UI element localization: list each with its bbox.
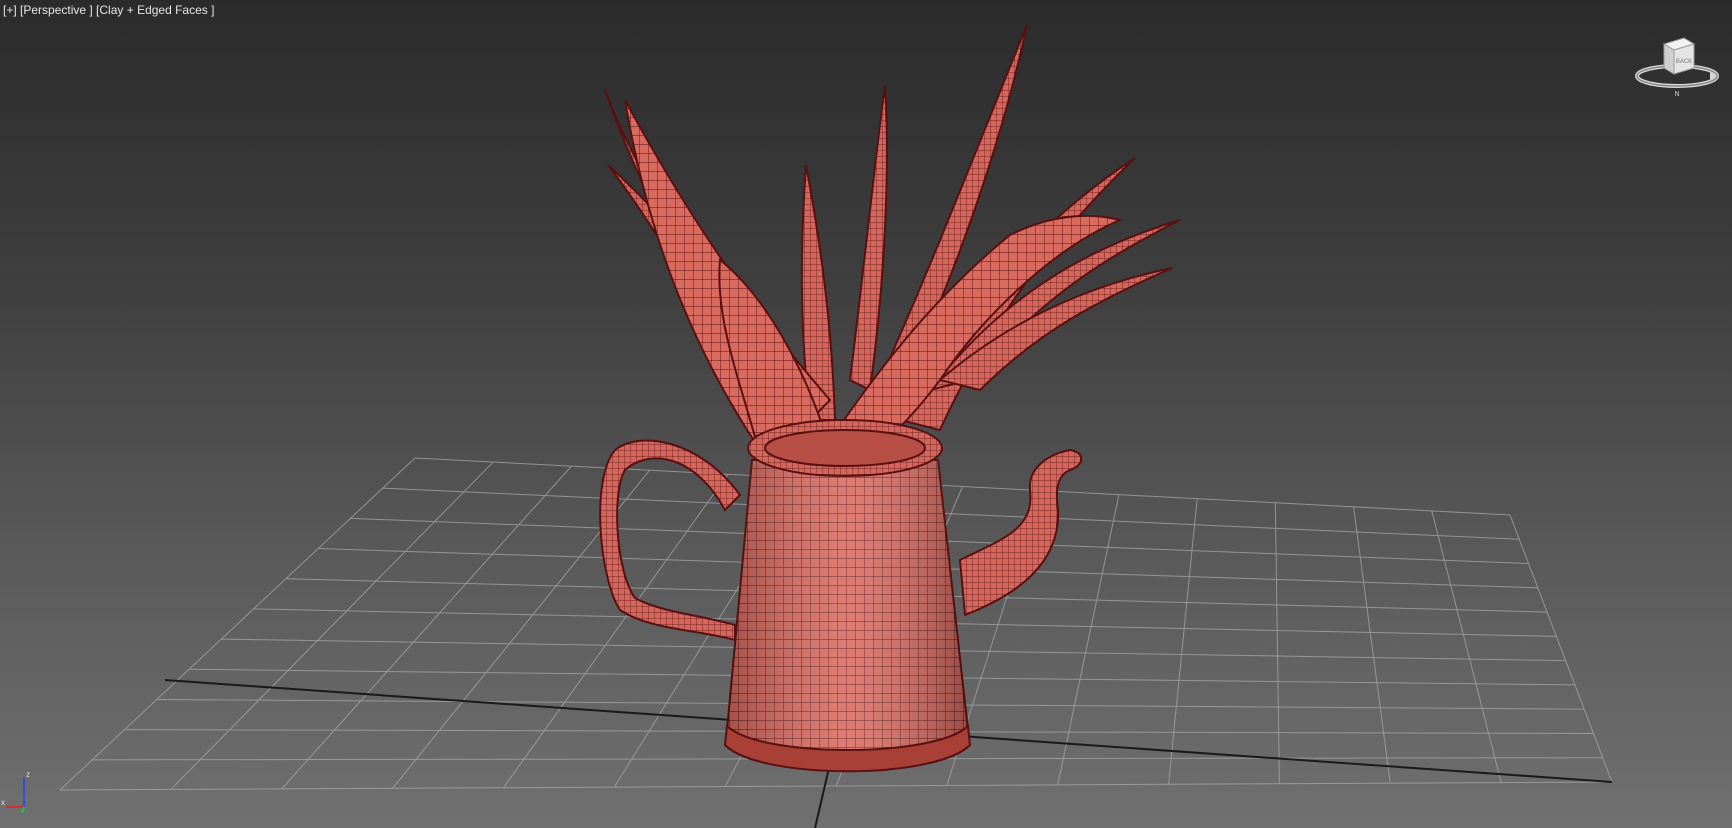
can-spout[interactable] [958, 448, 1083, 617]
scene-canvas[interactable] [0, 0, 1732, 828]
viewport-menu-plus[interactable]: [+] [3, 3, 17, 17]
grid-line [1431, 510, 1502, 783]
grid-line [1274, 502, 1280, 784]
leaf-tall-center[interactable] [848, 84, 888, 392]
viewport-label: [+] [Perspective ] [Clay + Edged Faces ] [3, 3, 214, 17]
grid-line [59, 457, 416, 791]
watering-can-model[interactable] [599, 419, 1083, 773]
viewcube-face-label: BACK [1676, 59, 1692, 65]
grid-line [281, 465, 572, 790]
grid-line [382, 487, 1520, 540]
grid-line [170, 461, 494, 790]
viewcube-compass-label: N [1674, 91, 1679, 98]
axis-tripod-icon: z x [1, 770, 30, 814]
grid-line [414, 457, 1511, 516]
can-handle[interactable] [599, 439, 742, 642]
axis-x-label: x [1, 798, 5, 807]
perspective-viewport[interactable]: [+] [Perspective ] [Clay + Edged Faces ]… [0, 0, 1732, 828]
grid-line [1168, 498, 1198, 785]
grid-line [1353, 506, 1391, 784]
grid-line [59, 781, 1613, 791]
viewcube-icon[interactable]: BACK N [1632, 30, 1722, 100]
viewport-menu-shading[interactable]: [Clay + Edged Faces ] [93, 3, 214, 17]
grid-line [1509, 514, 1613, 783]
axis-z-label: z [26, 770, 30, 779]
can-opening [764, 429, 926, 467]
viewport-menu-perspective[interactable]: [Perspective ] [17, 3, 93, 17]
grid-line [1057, 494, 1120, 785]
aloe-leaves[interactable] [604, 24, 1181, 457]
